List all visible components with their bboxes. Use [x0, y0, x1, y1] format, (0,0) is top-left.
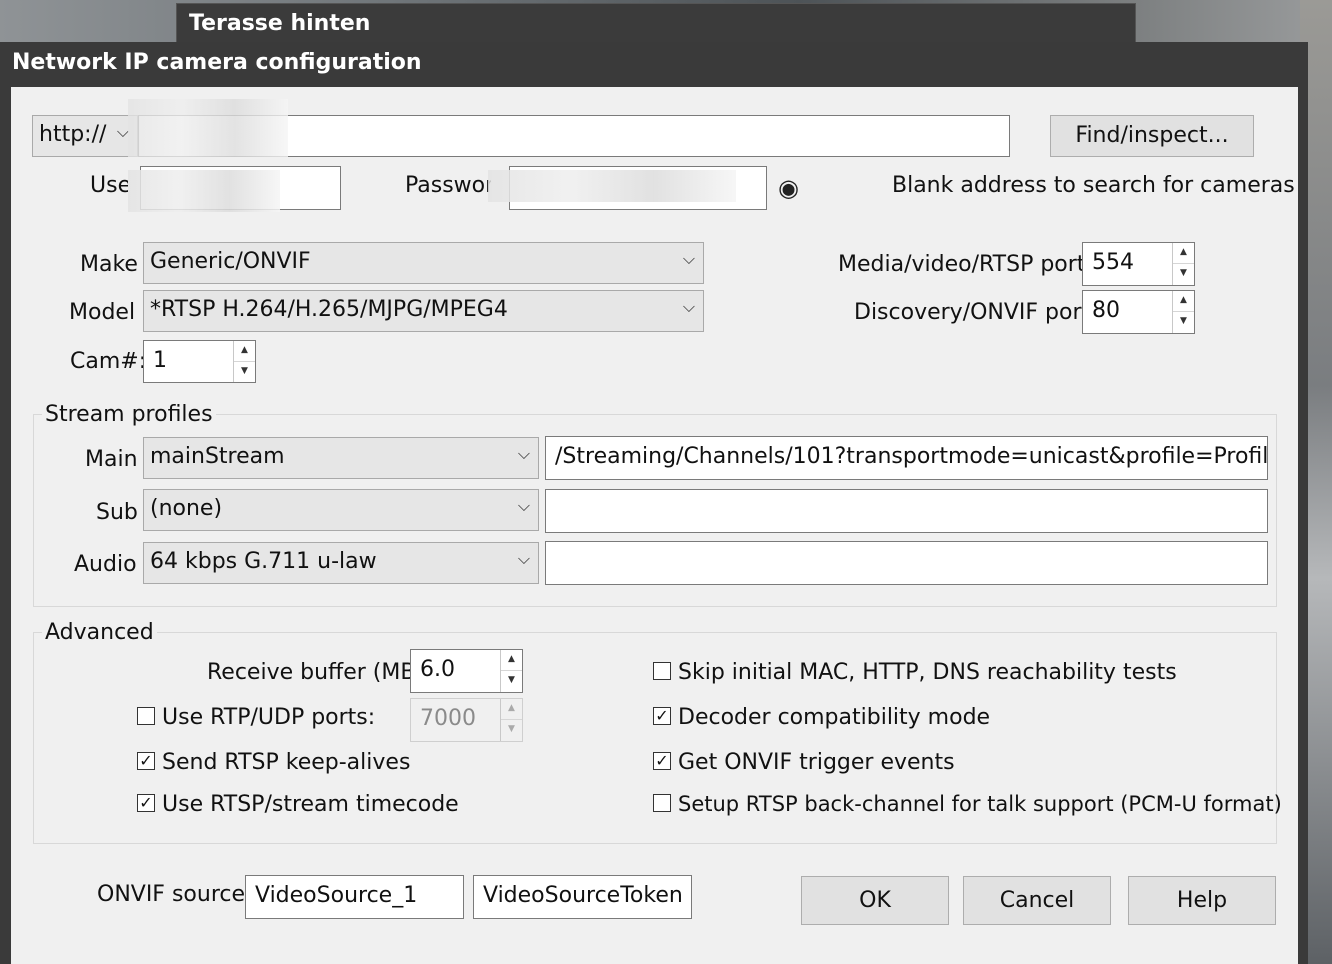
receive-buffer-stepper[interactable]: 6.0 ▲ ▼ — [410, 649, 523, 693]
sub-label: Sub — [96, 500, 138, 525]
find-inspect-label: Find/inspect... — [1075, 123, 1229, 148]
main-stream-value: mainStream — [150, 444, 285, 469]
make-value: Generic/ONVIF — [150, 249, 311, 274]
cam-number-stepper[interactable]: 1 ▲ ▼ — [143, 340, 256, 383]
user-label: User — [90, 173, 128, 198]
keep-alives-label: Send RTSP keep-alives — [162, 750, 411, 775]
discovery-port-stepper[interactable]: 80 ▲ ▼ — [1082, 290, 1195, 334]
redacted-password — [488, 170, 736, 202]
cam-spinner[interactable]: ▲ ▼ — [233, 341, 255, 382]
sub-stream-path-input[interactable] — [545, 489, 1268, 533]
discovery-port-label: Discovery/ONVIF port — [854, 300, 1091, 325]
receive-buffer-spinner[interactable]: ▲ ▼ — [500, 650, 522, 692]
up-arrow-icon: ▲ — [501, 699, 522, 720]
audio-label: Audio — [74, 552, 137, 577]
dialog-title: Network IP camera configuration — [12, 50, 422, 75]
onvif-token-value: VideoSourceToken — [483, 883, 683, 908]
decoder-compat-checkbox[interactable]: ✓ — [653, 707, 671, 725]
rtp-udp-port-value: 7000 — [420, 706, 476, 731]
up-arrow-icon[interactable]: ▲ — [1173, 243, 1194, 264]
sub-stream-value: (none) — [150, 496, 223, 521]
eye-icon[interactable]: ◉ — [778, 174, 799, 202]
background-window-title: Terasse hinten — [189, 11, 371, 36]
help-label: Help — [1176, 888, 1228, 913]
chevron-down-icon: ⌵ — [682, 297, 695, 316]
up-arrow-icon[interactable]: ▲ — [501, 650, 522, 671]
advanced-title: Advanced — [42, 620, 157, 645]
ok-button[interactable]: OK — [801, 876, 949, 925]
redacted-address — [128, 99, 288, 157]
rtp-udp-label: Use RTP/UDP ports: — [162, 705, 376, 730]
onvif-token-input[interactable]: VideoSourceToken — [473, 875, 692, 919]
onvif-source-value: VideoSource_1 — [255, 883, 418, 908]
redacted-user — [128, 170, 280, 212]
cam-label: Cam#: — [70, 349, 147, 374]
cancel-button[interactable]: Cancel — [963, 876, 1111, 925]
audio-value: 64 kbps G.711 u-law — [150, 549, 377, 574]
discovery-port-spinner[interactable]: ▲ ▼ — [1172, 291, 1194, 333]
rtp-udp-checkbox[interactable] — [137, 707, 155, 725]
discovery-port-value: 80 — [1092, 298, 1120, 323]
media-port-spinner[interactable]: ▲ ▼ — [1172, 243, 1194, 285]
chevron-down-icon: ⌵ — [517, 444, 530, 463]
sub-stream-select[interactable]: (none) ⌵ — [143, 489, 539, 531]
down-arrow-icon[interactable]: ▼ — [501, 671, 522, 692]
up-arrow-icon[interactable]: ▲ — [1173, 291, 1194, 312]
model-value: *RTSP H.264/H.265/MJPG/MPEG4 — [150, 297, 508, 322]
skip-tests-label: Skip initial MAC, HTTP, DNS reachability… — [678, 660, 1177, 685]
down-arrow-icon[interactable]: ▼ — [1173, 312, 1194, 333]
chevron-down-icon: ⌵ — [517, 549, 530, 568]
make-select[interactable]: Generic/ONVIF ⌵ — [143, 242, 704, 284]
rtp-udp-spinner: ▲ ▼ — [500, 699, 522, 741]
make-label: Make — [80, 252, 138, 277]
audio-path-input[interactable] — [545, 541, 1268, 585]
search-hint: Blank address to search for cameras — [892, 173, 1295, 198]
rtp-udp-port-stepper: 7000 ▲ ▼ — [410, 698, 523, 742]
help-button[interactable]: Help — [1128, 876, 1276, 925]
timecode-checkbox[interactable]: ✓ — [137, 794, 155, 812]
onvif-source-input[interactable]: VideoSource_1 — [245, 875, 464, 919]
backchannel-label: Setup RTSP back-channel for talk support… — [678, 792, 1282, 816]
cam-value: 1 — [153, 348, 167, 373]
ok-label: OK — [859, 888, 891, 913]
media-port-stepper[interactable]: 554 ▲ ▼ — [1082, 242, 1195, 286]
down-arrow-icon[interactable]: ▼ — [234, 362, 255, 383]
main-stream-path-input[interactable]: /Streaming/Channels/101?transportmode=un… — [545, 436, 1268, 480]
receive-buffer-value: 6.0 — [420, 657, 455, 682]
model-select[interactable]: *RTSP H.264/H.265/MJPG/MPEG4 ⌵ — [143, 290, 704, 332]
keep-alives-checkbox[interactable]: ✓ — [137, 752, 155, 770]
decoder-compat-label: Decoder compatibility mode — [678, 705, 991, 730]
backchannel-checkbox[interactable] — [653, 794, 671, 812]
down-arrow-icon: ▼ — [508, 724, 515, 734]
down-arrow-icon[interactable]: ▼ — [1173, 264, 1194, 285]
main-stream-path-value: /Streaming/Channels/101?transportmode=un… — [555, 444, 1268, 469]
main-label: Main — [85, 447, 138, 472]
stream-profiles-title: Stream profiles — [42, 402, 216, 427]
password-label: Password — [405, 173, 491, 198]
timecode-label: Use RTSP/stream timecode — [162, 792, 459, 817]
model-label: Model — [69, 300, 136, 325]
scheme-value: http:// — [39, 122, 107, 147]
onvif-events-checkbox[interactable]: ✓ — [653, 752, 671, 770]
cancel-label: Cancel — [999, 888, 1075, 913]
onvif-source-label: ONVIF source: — [97, 882, 253, 907]
chevron-down-icon: ⌵ — [682, 249, 695, 268]
receive-buffer-label: Receive buffer (MB) — [207, 660, 425, 685]
media-port-label: Media/video/RTSP port — [838, 252, 1086, 277]
onvif-events-label: Get ONVIF trigger events — [678, 750, 955, 775]
up-arrow-icon[interactable]: ▲ — [234, 341, 255, 362]
scheme-select[interactable]: http:// ⌵ — [32, 115, 138, 157]
audio-select[interactable]: 64 kbps G.711 u-law ⌵ — [143, 542, 539, 584]
main-stream-select[interactable]: mainStream ⌵ — [143, 437, 539, 479]
media-port-value: 554 — [1092, 250, 1134, 275]
chevron-down-icon: ⌵ — [517, 496, 530, 515]
skip-tests-checkbox[interactable] — [653, 662, 671, 680]
find-inspect-button[interactable]: Find/inspect... — [1050, 115, 1254, 157]
